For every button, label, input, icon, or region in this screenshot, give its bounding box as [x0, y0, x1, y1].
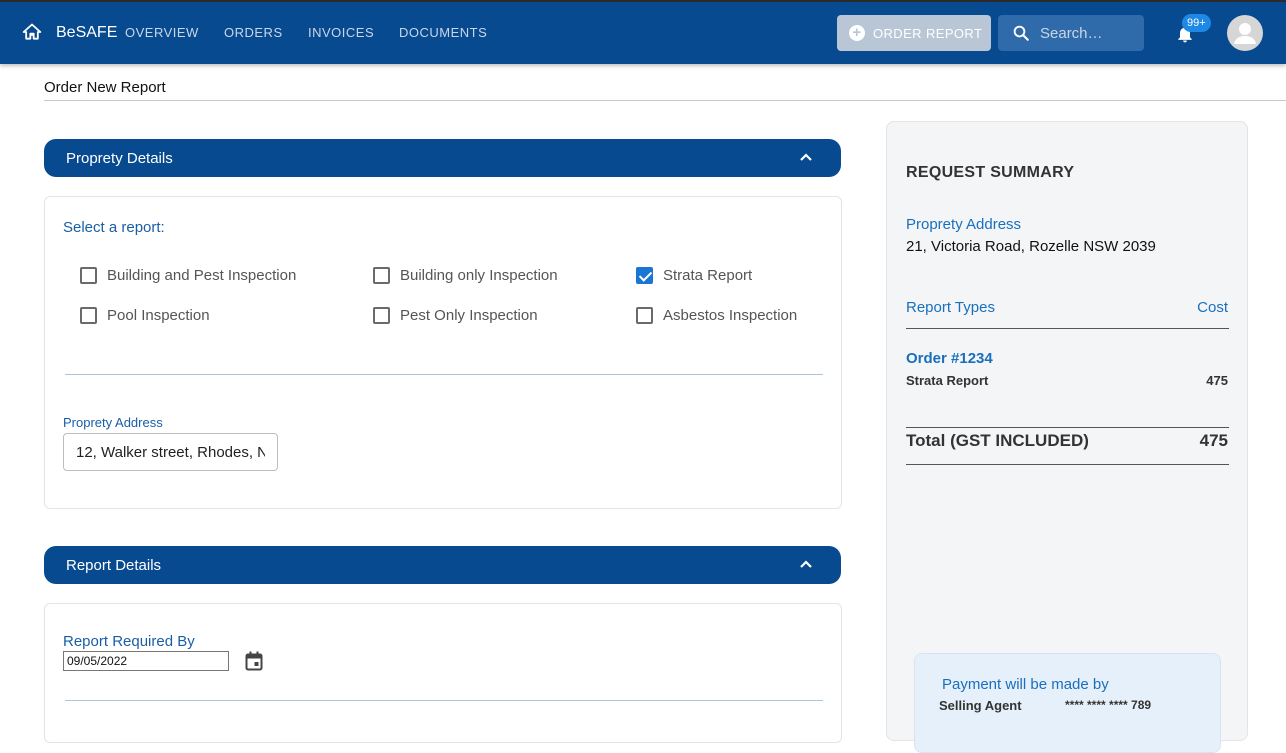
summary-item-cost: 475	[1206, 373, 1228, 388]
payment-title: Payment will be made by	[942, 676, 1109, 693]
summary-divider	[906, 464, 1229, 465]
top-app-bar: BeSAFE OVERVIEW ORDERS INVOICES DOCUMENT…	[0, 0, 1286, 64]
report-types-header: Report Types	[906, 299, 995, 316]
option-strata-report[interactable]: Strata Report	[636, 267, 752, 284]
summary-address: 21, Victoria Road, Rozelle NSW 2039	[906, 238, 1156, 255]
summary-title: REQUEST SUMMARY	[906, 164, 1075, 181]
option-building-pest[interactable]: Building and Pest Inspection	[80, 267, 296, 284]
order-number: Order #1234	[906, 350, 993, 367]
user-silhouette-icon	[1234, 23, 1256, 44]
order-report-label: ORDER REPORT	[873, 25, 983, 41]
option-label: Building and Pest Inspection	[107, 267, 297, 284]
user-avatar[interactable]	[1227, 15, 1263, 51]
order-report-button[interactable]: + ORDER REPORT	[837, 15, 991, 51]
total-value: 475	[1199, 431, 1228, 450]
report-details-title: Report Details	[66, 556, 162, 574]
payment-by: Selling Agent	[939, 698, 1022, 713]
payment-card-number: **** **** **** 789	[1065, 698, 1152, 712]
checkbox[interactable]	[373, 267, 390, 284]
option-label: Strata Report	[663, 267, 753, 284]
checkbox-checked[interactable]	[636, 267, 653, 284]
nav-invoices[interactable]: INVOICES	[308, 25, 374, 40]
summary-divider	[906, 328, 1229, 329]
payment-info-box: Payment will be made by Selling Agent **…	[914, 653, 1221, 753]
report-required-by-label: Report Required By	[63, 633, 195, 650]
checkbox[interactable]	[80, 307, 97, 324]
section-divider	[65, 374, 823, 375]
page-title: Order New Report	[44, 79, 166, 96]
checkbox[interactable]	[373, 307, 390, 324]
report-details-header[interactable]: Report Details	[44, 546, 841, 584]
notification-count-badge: 99+	[1182, 14, 1211, 32]
request-summary-panel: REQUEST SUMMARY Proprety Address 21, Vic…	[886, 121, 1248, 753]
property-details-card: Select a report: Building and Pest Inspe…	[44, 196, 842, 509]
checkbox[interactable]	[636, 307, 653, 324]
option-label: Pest Only Inspection	[400, 307, 538, 324]
property-address-label: Proprety Address	[63, 415, 163, 430]
property-details-title: Proprety Details	[66, 149, 173, 167]
report-date-input[interactable]	[63, 651, 229, 671]
calendar-icon[interactable]	[245, 651, 263, 671]
search-box[interactable]	[998, 15, 1144, 51]
total-label: Total (GST INCLUDED)	[906, 431, 1089, 450]
option-asbestos[interactable]: Asbestos Inspection	[636, 307, 797, 324]
chevron-up-icon[interactable]	[799, 150, 813, 164]
nav-documents[interactable]: DOCUMENTS	[399, 25, 487, 40]
checkbox[interactable]	[80, 267, 97, 284]
search-icon	[1013, 25, 1029, 41]
cost-header: Cost	[1197, 299, 1228, 316]
summary-divider	[906, 427, 1229, 428]
report-details-card: Report Required By	[44, 603, 842, 743]
option-label: Building only Inspection	[400, 267, 558, 284]
summary-address-label: Proprety Address	[906, 216, 1022, 233]
option-label: Pool Inspection	[107, 307, 210, 324]
search-input[interactable]	[1040, 24, 1140, 42]
option-label: Asbestos Inspection	[663, 307, 798, 324]
home-icon[interactable]	[22, 22, 42, 42]
select-report-label: Select a report:	[63, 219, 165, 236]
option-building-only[interactable]: Building only Inspection	[373, 267, 558, 284]
chevron-up-icon[interactable]	[799, 557, 813, 571]
nav-orders[interactable]: ORDERS	[224, 25, 283, 40]
title-divider	[44, 100, 1286, 101]
section-divider	[65, 700, 823, 701]
option-pest-only[interactable]: Pest Only Inspection	[373, 307, 538, 324]
option-pool[interactable]: Pool Inspection	[80, 307, 210, 324]
property-details-header[interactable]: Proprety Details	[44, 139, 841, 177]
summary-item-name: Strata Report	[906, 373, 989, 388]
nav-overview[interactable]: OVERVIEW	[125, 25, 199, 40]
add-circle-icon: +	[849, 25, 865, 41]
brand-name[interactable]: BeSAFE	[56, 24, 117, 42]
property-address-input[interactable]	[63, 433, 278, 471]
